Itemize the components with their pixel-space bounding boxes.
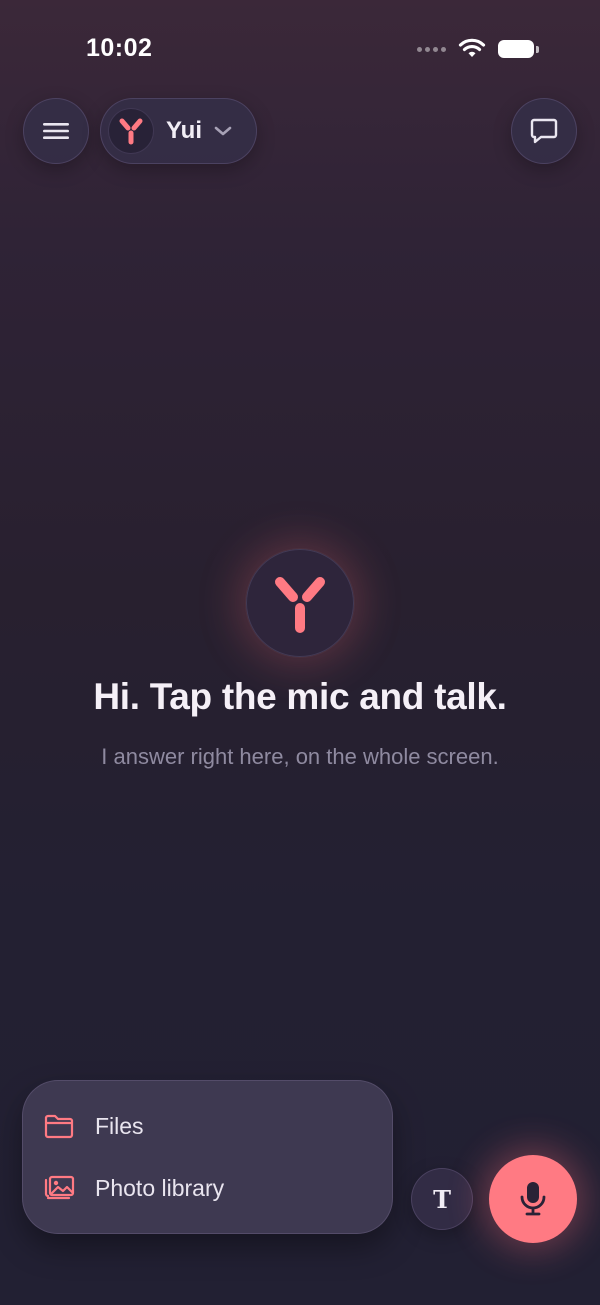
wifi-icon [458, 38, 486, 57]
y-logo-icon [119, 118, 143, 145]
folder-icon [43, 1110, 75, 1142]
status-bar: 10:02 [0, 0, 600, 96]
menu-item-files[interactable]: Files [43, 1110, 144, 1142]
attach-menu [22, 1080, 393, 1234]
menu-item-photo-library[interactable]: Photo library [43, 1172, 224, 1204]
assistant-selector[interactable]: Yui [100, 98, 257, 164]
status-time: 10:02 [86, 34, 153, 62]
menu-item-label: Photo library [95, 1174, 225, 1201]
chevron-down-icon [214, 125, 232, 137]
y-logo-icon [275, 577, 325, 633]
page-subtitle: I answer right here, on the whole screen… [101, 744, 499, 769]
signal-dots-icon [417, 46, 446, 52]
microphone-icon [520, 1182, 546, 1216]
battery-icon [498, 39, 540, 59]
assistant-name: Yui [166, 117, 203, 144]
mic-button[interactable] [489, 1155, 577, 1243]
page-title: Hi. Tap the mic and talk. [93, 676, 507, 717]
text-icon: T [433, 1184, 451, 1214]
hamburger-icon [43, 123, 69, 139]
menu-item-label: Files [95, 1112, 144, 1139]
menu-button[interactable] [23, 98, 89, 164]
status-indicators [417, 38, 540, 60]
photo-library-icon [43, 1172, 75, 1204]
chat-button[interactable] [511, 98, 577, 164]
chat-bubble-icon [530, 118, 558, 144]
text-input-button[interactable]: T [411, 1168, 473, 1230]
avatar [108, 108, 154, 154]
assistant-logo [246, 549, 354, 657]
